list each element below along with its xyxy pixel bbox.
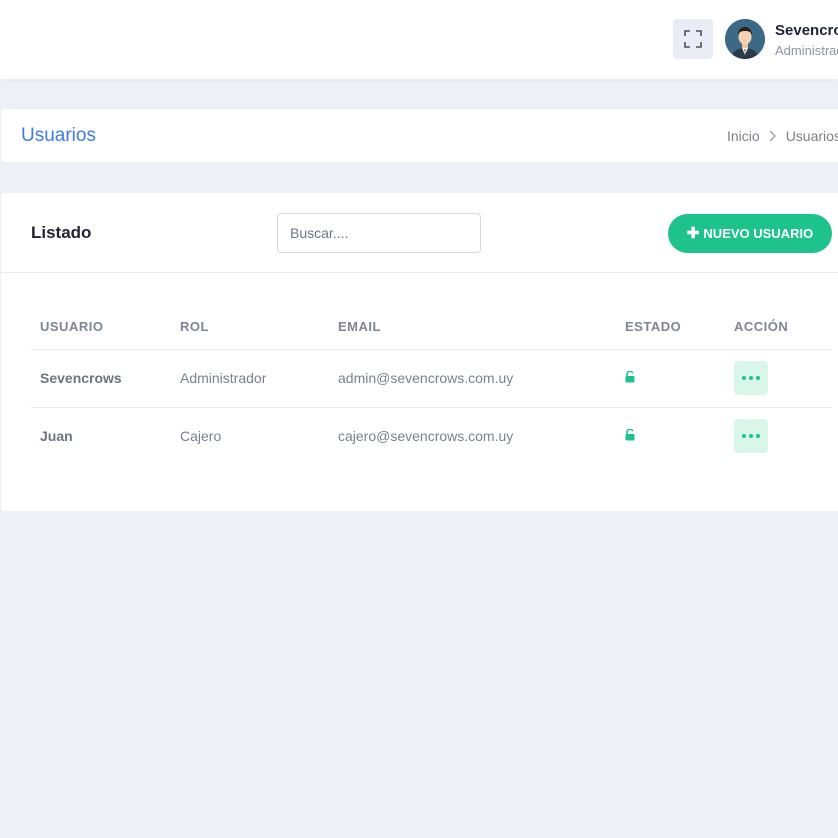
- column-header-estado[interactable]: ESTADO: [616, 304, 725, 350]
- user-cell: Juan: [40, 428, 73, 445]
- breadcrumb: Inicio Usuarios: [727, 128, 838, 144]
- search-input[interactable]: [277, 213, 481, 253]
- unlock-icon: [625, 428, 635, 441]
- email-cell: cajero@sevencrows.com.uy: [338, 428, 514, 445]
- avatar[interactable]: [725, 19, 765, 59]
- fullscreen-button[interactable]: [673, 19, 713, 59]
- page-title: Usuarios: [21, 125, 96, 146]
- action-cell: [725, 349, 832, 408]
- more-icon-dot: [742, 376, 746, 380]
- more-icon-dot: [749, 434, 753, 439]
- card-title: Listado: [31, 223, 92, 242]
- status-cell: [616, 407, 725, 465]
- plus-icon: ✚: [686, 225, 700, 242]
- add-user-button[interactable]: ✚ NUEVO USUARIO: [668, 214, 832, 253]
- row-actions-button[interactable]: [734, 419, 768, 454]
- row-actions-button[interactable]: [734, 361, 768, 395]
- table-row: Sevencrows Administrador admin@sevencrow…: [31, 349, 832, 408]
- users-table: USUARIO ROL EMAIL ESTADO ACCIÓN Sevencro…: [31, 304, 832, 465]
- breadcrumb-home-link[interactable]: Inicio: [727, 128, 760, 144]
- user-role: Administrador: [775, 43, 838, 58]
- add-user-label: NUEVO USUARIO: [703, 226, 814, 241]
- chevron-right-icon: [768, 130, 776, 142]
- more-icon-dot: [749, 376, 753, 380]
- topbar: Sevencrows Administrador: [0, 0, 838, 79]
- email-cell: admin@sevencrows.com.uy: [329, 349, 616, 408]
- column-header-email[interactable]: EMAIL: [329, 304, 616, 350]
- column-header-accion: ACCIÓN: [725, 304, 832, 350]
- column-header-rol[interactable]: ROL: [171, 304, 329, 350]
- role-cell: Cajero: [180, 428, 222, 445]
- more-icon-dot: [742, 434, 746, 439]
- role-cell: Administrador: [171, 349, 329, 408]
- table-header-row: USUARIO ROL EMAIL ESTADO ACCIÓN: [31, 304, 832, 350]
- breadcrumb-current: Usuarios: [785, 128, 838, 144]
- page-title-card: Usuarios Inicio Usuarios: [1, 109, 838, 162]
- users-card: Listado ✚ NUEVO USUARIO USUARIO ROL EMAI…: [1, 193, 838, 511]
- card-header: Listado ✚ NUEVO USUARIO: [1, 193, 838, 273]
- column-header-usuario[interactable]: USUARIO: [31, 304, 171, 350]
- more-icon-dot: [756, 434, 760, 439]
- fullscreen-icon: [684, 30, 702, 48]
- more-icon-dot: [756, 376, 760, 380]
- table-row: Juan Cajero cajero@sevencrows.com.uy: [31, 407, 832, 465]
- action-cell: [725, 407, 832, 465]
- user-cell: Sevencrows: [31, 349, 171, 408]
- user-avatar-icon: [725, 19, 765, 59]
- user-name: Sevencrows: [775, 22, 838, 39]
- status-cell: [616, 349, 725, 408]
- unlock-icon: [625, 370, 635, 383]
